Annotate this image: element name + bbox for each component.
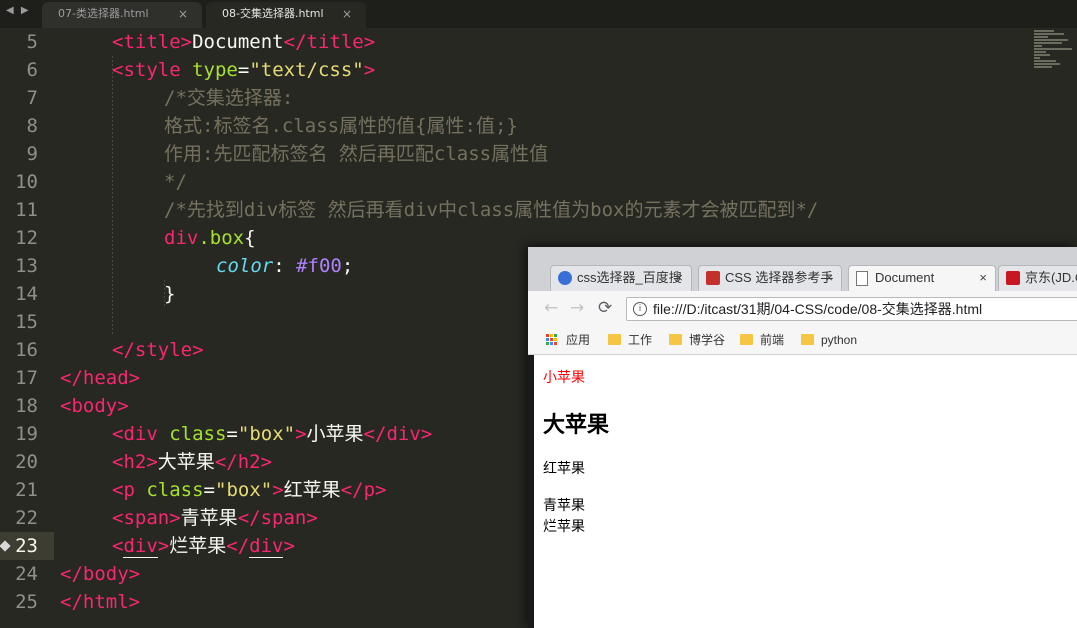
browser-tab-w3school[interactable]: CSS 选择器参考手 × xyxy=(698,265,842,291)
line-number: 13 xyxy=(15,255,38,277)
indent-guide xyxy=(112,56,113,336)
page-icon xyxy=(856,271,868,286)
bookmark-folder-frontend[interactable]: 前端 xyxy=(740,332,784,348)
code-line-23: <div>烂苹果</div> xyxy=(112,535,295,558)
code-line-13: color: #f00; xyxy=(216,255,354,277)
line-number: 9 xyxy=(26,143,38,165)
folder-icon xyxy=(608,334,621,345)
line-number: 25 xyxy=(15,591,38,613)
line-number: 17 xyxy=(15,367,38,389)
page-viewport: 小苹果 大苹果 红苹果 青苹果 烂苹果 xyxy=(528,355,1077,628)
forward-arrow-icon[interactable]: → xyxy=(570,298,584,318)
code-line-5: <title>Document</title> xyxy=(112,31,376,53)
close-icon[interactable]: × xyxy=(979,266,987,290)
code-line-25: </html> xyxy=(60,591,141,613)
line-number: 5 xyxy=(26,31,38,53)
browser-tab-label: css选择器_百度搜 xyxy=(577,270,682,285)
line-number: 10 xyxy=(15,171,38,193)
window-edge xyxy=(528,355,534,628)
line-number: 12 xyxy=(15,227,38,249)
close-icon[interactable]: × xyxy=(342,2,352,26)
url-text: file:///D:/itcast/31期/04-CSS/code/08-交集选… xyxy=(653,301,983,317)
line-number: 14 xyxy=(15,283,38,305)
close-icon[interactable]: × xyxy=(675,266,683,290)
code-line-11: /*先找到div标签 然后再看div中class属性值为box的元素才会被匹配到… xyxy=(164,199,819,221)
line-number: 7 xyxy=(26,87,38,109)
close-icon[interactable]: × xyxy=(825,266,833,290)
code-line-22: <span>青苹果</span> xyxy=(112,507,318,529)
tab-nav-arrows-icon[interactable]: ◀ ▶ xyxy=(6,5,31,16)
browser-tab-label: 京东(JD.COM) xyxy=(1025,270,1077,285)
folder-icon xyxy=(740,334,753,345)
browser-toolbar: ← → ⟳ i file:///D:/itcast/31期/04-CSS/cod… xyxy=(528,291,1077,326)
code-line-7: /*交集选择器: xyxy=(164,87,294,109)
bookmark-folder-boxuegu[interactable]: 博学谷 xyxy=(669,332,725,348)
line-number-gutter: 5 6 7 8 9 10 11 12 13 14 15 16 17 18 19 … xyxy=(0,28,54,628)
line-number: 8 xyxy=(26,115,38,137)
h2-text: 大苹果 xyxy=(543,413,610,438)
editor-tab-07[interactable]: 07-类选择器.html × xyxy=(42,2,202,28)
back-arrow-icon[interactable]: ← xyxy=(544,298,558,318)
code-line-8: 格式:标签名.class属性的值{属性:值;} xyxy=(164,115,518,137)
line-number: 15 xyxy=(15,311,38,333)
browser-tab-baidu[interactable]: css选择器_百度搜 × xyxy=(550,265,692,291)
apps-grid-icon xyxy=(546,334,558,346)
baidu-paw-icon xyxy=(558,271,572,285)
code-line-16: </style> xyxy=(112,339,204,361)
code-line-19: <div class="box">小苹果</div> xyxy=(112,423,433,445)
bookmark-apps[interactable]: 应用 xyxy=(546,332,590,348)
code-line-17: </head> xyxy=(60,367,141,389)
line-number: 19 xyxy=(15,423,38,445)
editor-tab-label: 08-交集选择器.html xyxy=(222,7,324,20)
jd-icon xyxy=(1006,271,1020,285)
reload-icon[interactable]: ⟳ xyxy=(598,298,612,318)
code-line-20: <h2>大苹果</h2> xyxy=(112,451,273,473)
line-number: 18 xyxy=(15,395,38,417)
address-bar[interactable]: i file:///D:/itcast/31期/04-CSS/code/08-交… xyxy=(626,297,1077,321)
line-number: 11 xyxy=(15,199,38,221)
editor-tab-08[interactable]: 08-交集选择器.html × xyxy=(206,2,366,28)
line-number-current: 23 xyxy=(15,535,38,557)
folder-icon xyxy=(801,334,814,345)
span-text: 青苹果 xyxy=(543,498,585,514)
browser-tab-strip: css选择器_百度搜 × CSS 选择器参考手 × Document × 京东(… xyxy=(528,247,1077,291)
line-number: 24 xyxy=(15,563,38,585)
editor-tab-bar: ◀ ▶ 07-类选择器.html × 08-交集选择器.html × xyxy=(0,0,1077,28)
bookmark-folder-work[interactable]: 工作 xyxy=(608,332,652,348)
p-box-text: 红苹果 xyxy=(543,461,585,477)
browser-window: css选择器_百度搜 × CSS 选择器参考手 × Document × 京东(… xyxy=(528,247,1077,628)
line-number: 16 xyxy=(15,339,38,361)
line-number: 22 xyxy=(15,507,38,529)
code-line-24: </body> xyxy=(60,563,141,585)
code-line-6: <style type="text/css"> xyxy=(112,59,376,81)
line-number: 20 xyxy=(15,451,38,473)
bookmark-folder-python[interactable]: python xyxy=(801,332,857,348)
browser-tab-jd[interactable]: 京东(JD.COM) xyxy=(998,265,1077,291)
browser-tab-label: CSS 选择器参考手 xyxy=(725,270,834,285)
browser-tab-label: Document xyxy=(875,270,935,285)
code-line-21: <p class="box">红苹果</p> xyxy=(112,479,387,501)
code-line-14: } xyxy=(164,283,176,305)
code-line-9: 作用:先匹配标签名 然后再匹配class属性值 xyxy=(164,143,549,165)
minimap[interactable] xyxy=(1034,30,1074,80)
code-line-12: div.box{ xyxy=(164,227,256,249)
close-icon[interactable]: × xyxy=(178,2,188,26)
folder-icon xyxy=(669,334,682,345)
info-icon[interactable]: i xyxy=(633,302,647,316)
editor-tab-label: 07-类选择器.html xyxy=(58,7,149,20)
line-number: 6 xyxy=(26,59,38,81)
w3school-icon xyxy=(706,271,720,285)
code-line-10: */ xyxy=(164,171,187,193)
bookmarks-bar: 应用 工作 博学谷 前端 python xyxy=(528,326,1077,355)
div-box-text: 小苹果 xyxy=(543,370,585,386)
code-line-18: <body> xyxy=(60,395,129,417)
line-number: 21 xyxy=(15,479,38,501)
div-text: 烂苹果 xyxy=(543,519,585,535)
browser-tab-document[interactable]: Document × xyxy=(848,265,996,291)
